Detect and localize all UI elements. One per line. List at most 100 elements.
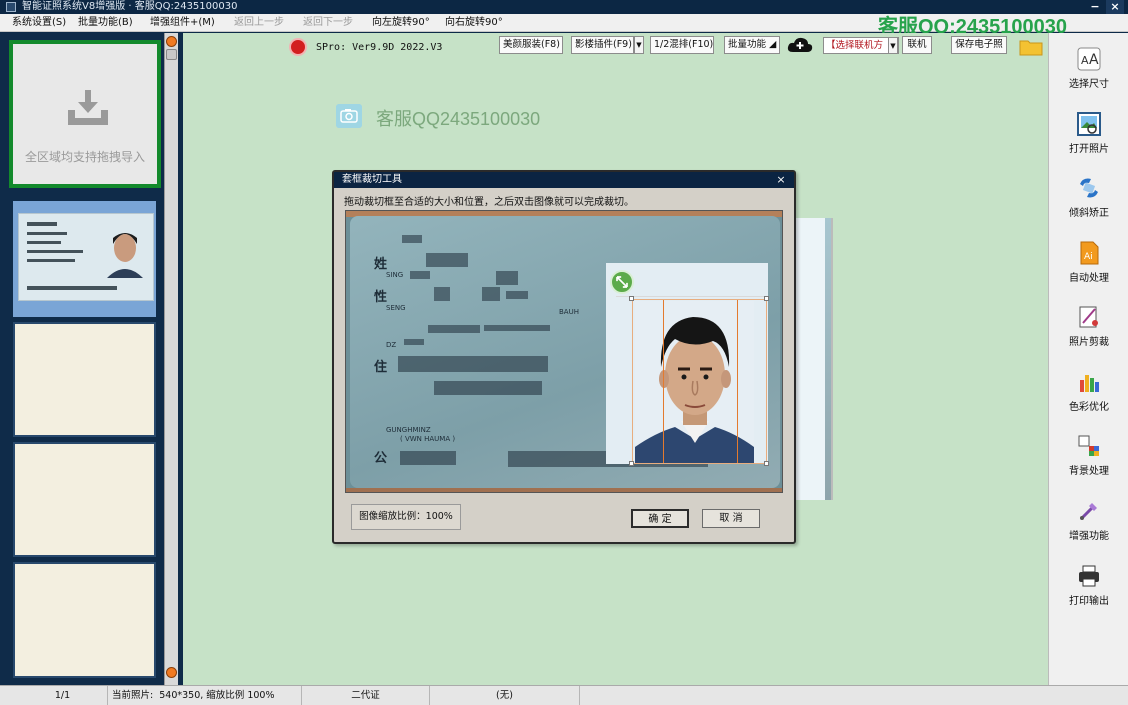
open-photo-icon <box>1077 112 1101 136</box>
cloud-upload-icon[interactable] <box>787 36 813 54</box>
tool-photo-crop-label: 照片剪裁 <box>1069 337 1109 348</box>
cancel-button[interactable]: 取 消 <box>702 509 760 528</box>
auto-process-icon: Ai <box>1080 241 1099 265</box>
photo-crop-icon <box>1079 306 1098 328</box>
status-current-photo: 当前照片: 540*350, 缩放比例 100% <box>108 686 302 705</box>
dialog-close-icon[interactable]: × <box>774 174 788 186</box>
crop-handle-bottom-right[interactable] <box>764 461 769 466</box>
thumbnail-slot-4[interactable] <box>13 562 156 678</box>
scroll-down-icon[interactable] <box>166 667 177 678</box>
batch-function-button[interactable]: 批量功能 ◢ <box>724 36 780 54</box>
connector-dropdown-icon[interactable]: ▼ <box>888 37 898 54</box>
dialog-hint: 拖动裁切框至合适的大小和位置，之后双击图像就可以完成裁切。 <box>344 197 634 208</box>
studio-plugin-button[interactable]: 影楼插件(F9) <box>571 36 634 54</box>
card-label-gh: GUNGHMINZ <box>386 426 431 434</box>
card-label-name: 姓 <box>374 257 388 272</box>
workspace-watermark: 客服QQ2435100030 <box>376 109 541 129</box>
zoom-ratio-label: 图像缩放比例：100% <box>351 504 461 530</box>
menu-rotate-right[interactable]: 向右旋转90° <box>445 16 503 30</box>
status-current-value: 540*350, 缩放比例 100% <box>159 690 275 701</box>
status-bar: 1/1 当前照片: 540*350, 缩放比例 100% 二代证 (无) <box>0 685 1128 705</box>
card-label-gender-suffix: BAUH <box>559 308 579 316</box>
card-label-gender-en: SENG <box>386 304 406 312</box>
menu-batch[interactable]: 批量功能(B) <box>78 16 133 30</box>
menu-enhance-components[interactable]: 增强组件+(M) <box>150 16 215 30</box>
studio-plugin-dropdown-icon[interactable]: ▼ <box>634 36 644 54</box>
tool-background[interactable]: 背景处理 <box>1049 434 1128 477</box>
tool-panel: A A 选择尺寸 打开照片 倾斜矫正 Ai 自动处理 照片剪裁 色彩优化 背景处… <box>1048 33 1128 685</box>
menu-redo[interactable]: 返回下一步 <box>303 16 353 30</box>
menu-rotate-left[interactable]: 向左旋转90° <box>372 16 430 30</box>
scroll-thumb[interactable] <box>166 49 177 60</box>
status-extra: (无) <box>430 686 580 705</box>
svg-text:Ai: Ai <box>1084 252 1093 262</box>
tool-enhance-label: 增强功能 <box>1069 531 1109 542</box>
download-tray-icon <box>68 90 108 125</box>
status-page: 1/1 <box>0 686 108 705</box>
resize-arrows-icon[interactable] <box>610 270 634 294</box>
thumbnail-1[interactable] <box>13 201 156 317</box>
card-label-gong: 公 <box>374 451 388 466</box>
window-title: 智能证照系统V8增强版 · 客服QQ:2435100030 <box>22 1 238 12</box>
tool-auto-process[interactable]: Ai 自动处理 <box>1049 241 1128 284</box>
crop-dialog: 套框裁切工具 × 拖动裁切框至合适的大小和位置，之后双击图像就可以完成裁切。 姓… <box>332 170 796 544</box>
card-label-dz: DZ <box>386 341 397 349</box>
color-optimize-icon <box>1080 375 1099 392</box>
card-label-gh2: ( VWN HAUMA ) <box>400 435 456 443</box>
brand-logo-icon <box>289 38 307 56</box>
crop-handle-top-right[interactable] <box>764 296 769 301</box>
card-label-address: 住 <box>374 360 388 375</box>
tool-color-optimize[interactable]: 色彩优化 <box>1049 370 1128 413</box>
version-label: SPro: Ver9.9D 2022.V3 <box>316 42 443 53</box>
tool-auto-process-label: 自动处理 <box>1069 273 1109 284</box>
svg-text:A: A <box>1089 52 1099 68</box>
tool-enhance[interactable]: 增强功能 <box>1049 499 1128 542</box>
close-window-button[interactable]: × <box>1106 0 1124 14</box>
card-label-name-en: SING <box>386 271 404 279</box>
crop-frame[interactable] <box>632 299 767 464</box>
status-doc-type: 二代证 <box>302 686 430 705</box>
print-icon <box>1079 565 1099 587</box>
tilt-correct-icon <box>1080 178 1098 198</box>
crop-handle-bottom-left[interactable] <box>629 461 634 466</box>
save-electronic-photo-button[interactable]: 保存电子照 <box>951 36 1007 54</box>
tool-color-optimize-label: 色彩优化 <box>1069 402 1109 413</box>
minimize-button[interactable]: − <box>1086 0 1104 14</box>
tool-background-label: 背景处理 <box>1069 466 1109 477</box>
thumbnail-scrollbar[interactable] <box>164 33 178 685</box>
svg-text:A: A <box>1081 54 1089 67</box>
tool-open-photo[interactable]: 打开照片 <box>1049 112 1128 155</box>
enhance-icon <box>1079 503 1097 521</box>
tool-print-label: 打印输出 <box>1069 596 1109 607</box>
scroll-up-icon[interactable] <box>166 36 177 47</box>
crop-canvas[interactable]: 姓 SING 性 SENG BAUH DZ 住 GUNGHMINZ ( VWN … <box>345 210 783 493</box>
thumbnail-slot-2[interactable] <box>13 322 156 437</box>
card-label-gender: 性 <box>374 290 388 305</box>
thumbnail-image <box>18 213 154 301</box>
menu-system-settings[interactable]: 系统设置(S) <box>12 16 66 30</box>
tool-photo-crop[interactable]: 照片剪裁 <box>1049 305 1128 348</box>
connect-button[interactable]: 联机 <box>902 36 932 54</box>
crop-handle-top-left[interactable] <box>629 296 634 301</box>
beauty-clothing-button[interactable]: 美颜服装(F8) <box>499 36 563 54</box>
batch-function-label: 批量功能 <box>728 39 767 50</box>
confirm-button[interactable]: 确 定 <box>631 509 689 528</box>
drag-import-area[interactable]: 全区域均支持拖拽导入 <box>9 40 161 188</box>
menu-undo[interactable]: 返回上一步 <box>234 16 284 30</box>
app-icon <box>6 2 16 12</box>
folder-icon[interactable] <box>1019 38 1043 56</box>
camera-icon <box>336 104 362 128</box>
tool-tilt-correct[interactable]: 倾斜矫正 <box>1049 176 1128 219</box>
font-size-icon: A A <box>1077 47 1101 71</box>
id-card-thumbnail-icon <box>27 222 143 290</box>
status-current-label: 当前照片: <box>112 690 154 701</box>
drag-import-text: 全区域均支持拖拽导入 <box>24 150 145 164</box>
tool-tilt-correct-label: 倾斜矫正 <box>1069 208 1109 219</box>
dialog-title: 套框裁切工具 <box>334 172 794 188</box>
thumbnail-slot-3[interactable] <box>13 442 156 557</box>
background-icon <box>1078 435 1099 456</box>
half-mix-button[interactable]: 1/2混排(F10) <box>650 36 714 54</box>
tool-select-size[interactable]: A A 选择尺寸 <box>1049 47 1128 90</box>
tool-open-photo-label: 打开照片 <box>1069 144 1109 155</box>
tool-print[interactable]: 打印输出 <box>1049 564 1128 607</box>
